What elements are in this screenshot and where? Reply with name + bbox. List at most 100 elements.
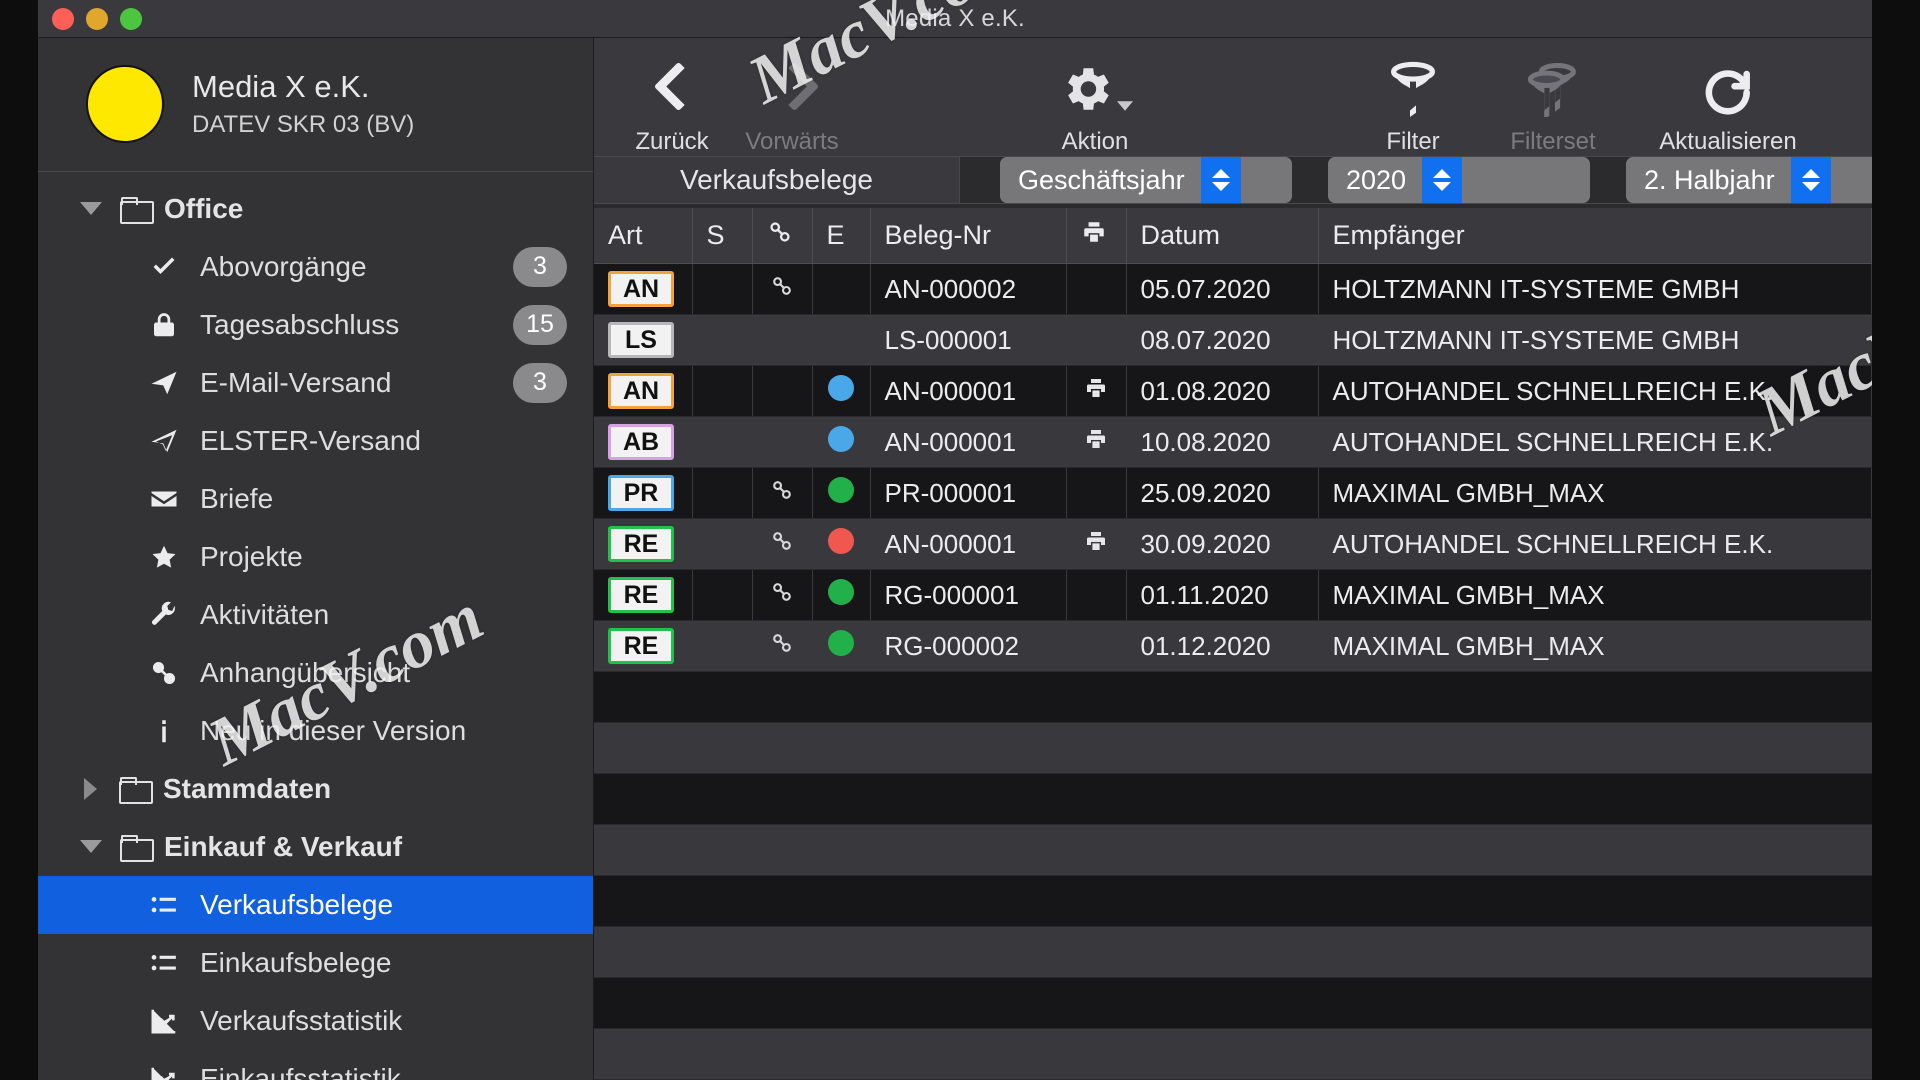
cell-print	[1066, 263, 1127, 315]
forward-button[interactable]: Vorwärts	[732, 58, 852, 156]
cell-status	[812, 365, 871, 417]
cell-art: AN	[594, 365, 693, 417]
tab-verkaufsbelege[interactable]: Verkaufsbelege	[594, 157, 960, 203]
table-header-row: Art S E Beleg-Nr Datum Empfänger	[594, 207, 1872, 264]
year-select[interactable]: 2020	[1328, 157, 1590, 203]
cell-s	[692, 467, 753, 519]
sidebar-item-label: Anhangübersicht	[200, 656, 411, 688]
stepper-icon[interactable]	[1422, 157, 1463, 203]
table-row[interactable]: AN AN-000001 01.08.2020 AUTOHANDEL SCHNELLR…	[594, 365, 1872, 417]
send-icon	[148, 368, 180, 398]
back-button[interactable]: Zurück	[612, 58, 732, 156]
sidebar-item-projekte[interactable]: Projekte	[38, 528, 593, 586]
cell-datum: 25.09.2020	[1126, 467, 1319, 519]
sidebar-group-label: Einkauf & Verkauf	[164, 830, 403, 862]
sidebar-item-einkaufsbelege[interactable]: Einkaufsbelege	[38, 934, 593, 992]
sidebar-item-neu-in-dieser-version[interactable]: Neu in dieser Version	[38, 702, 593, 760]
table-empty-row	[594, 825, 1872, 876]
table-row[interactable]: AN AN-000002 05.07.2020 HOLTZMANN IT-SYSTEM…	[594, 263, 1872, 315]
sidebar-group-einkauf-verkauf[interactable]: Einkauf & Verkauf	[38, 818, 593, 876]
gear-icon	[1057, 58, 1133, 120]
cell-status	[812, 467, 871, 519]
aktion-button[interactable]: Aktion	[1020, 58, 1170, 156]
sidebar-item-verkaufsstatistik[interactable]: Verkaufsstatistik	[38, 992, 593, 1050]
table-row[interactable]: LS LS-000001 08.07.2020 HOLTZMANN IT-SYSTEM…	[594, 314, 1872, 366]
cell-s	[692, 518, 753, 570]
cell-beleg-nr: AN-000001	[870, 518, 1067, 570]
column-header-empfaenger[interactable]: Empfänger	[1318, 207, 1872, 264]
sidebar-item-label: Briefe	[200, 482, 274, 514]
column-header-beleg-nr[interactable]: Beleg-Nr	[870, 207, 1067, 264]
sidebar-item-einkaufsstatistik[interactable]: Einkaufsstatistik	[38, 1050, 593, 1080]
company-header[interactable]: Media X e.K. DATEV SKR 03 (BV)	[38, 38, 593, 172]
sidebar-item-elster-versand[interactable]: ELSTER-Versand	[38, 412, 593, 470]
sidebar-item-email-versand[interactable]: E-Mail-Versand 3	[38, 354, 593, 412]
cell-beleg-nr: PR-000001	[870, 467, 1067, 519]
cell-empfaenger: AUTOHANDEL SCHNELLREICH E.K.	[1318, 416, 1872, 468]
cell-datum: 08.07.2020	[1126, 314, 1319, 366]
disclosure-triangle-right-icon[interactable]	[84, 777, 97, 800]
sidebar-item-label: Einkaufsstatistik	[200, 1062, 401, 1080]
cell-datum: 01.08.2020	[1126, 365, 1319, 417]
cell-empfaenger: HOLTZMANN IT-SYSTEME GMBH	[1318, 314, 1872, 366]
column-header-e[interactable]: E	[812, 207, 871, 264]
column-header-s[interactable]: S	[692, 207, 753, 264]
cell-datum: 01.11.2020	[1126, 569, 1319, 621]
table-row[interactable]: PR PR-000001 25.09.2020 MAXIMAL GMBH_MAX	[594, 467, 1872, 519]
cell-print	[1066, 569, 1127, 621]
cell-attachment	[752, 416, 813, 468]
aktualisieren-button[interactable]: Aktualisieren	[1628, 58, 1828, 156]
cell-art: PR	[594, 467, 693, 519]
sidebar-item-label: Einkaufsbelege	[200, 946, 392, 978]
zoom-button[interactable]	[120, 7, 142, 30]
cell-beleg-nr: LS-000001	[870, 314, 1067, 366]
column-header-datum[interactable]: Datum	[1126, 207, 1319, 264]
cell-print	[1066, 518, 1127, 570]
filterset-button[interactable]: Filterset	[1478, 58, 1628, 156]
table-row[interactable]: AB AN-000001 10.08.2020 AUTOHANDEL SCHNELLR…	[594, 416, 1872, 468]
sidebar-item-anhanguebersicht[interactable]: Anhangübersicht	[38, 644, 593, 702]
column-header-art[interactable]: Art	[594, 207, 693, 264]
sidebar-item-tagesabschluss[interactable]: Tagesabschluss 15	[38, 296, 593, 354]
cell-print	[1066, 314, 1127, 366]
company-subtitle: DATEV SKR 03 (BV)	[192, 111, 415, 139]
period-type-select[interactable]: Geschäftsjahr	[1000, 157, 1292, 203]
half-year-select[interactable]: 2. Halbjahr	[1626, 157, 1872, 203]
table-empty-area	[594, 672, 1872, 1080]
close-button[interactable]	[52, 7, 74, 30]
back-button-label: Zurück	[635, 128, 709, 155]
belege-table: Art S E Beleg-Nr Datum Empfänger AN AN-0…	[594, 207, 1872, 672]
stepper-icon[interactable]	[1200, 157, 1241, 203]
table-row[interactable]: RE RG-000001 01.11.2020 MAXIMAL GMBH_MAX	[594, 569, 1872, 621]
info-icon	[148, 716, 180, 746]
sidebar-group-stammdaten[interactable]: Stammdaten	[38, 760, 593, 818]
disclosure-triangle-down-icon[interactable]	[80, 202, 102, 216]
folder-icon	[120, 197, 154, 225]
column-header-attachment[interactable]	[752, 207, 813, 264]
funnel-stack-icon	[1525, 58, 1581, 120]
sidebar-group-office[interactable]: Office	[38, 180, 593, 238]
cell-art: AN	[594, 263, 693, 315]
cell-s	[692, 365, 753, 417]
sidebar-item-briefe[interactable]: Briefe	[38, 470, 593, 528]
disclosure-triangle-down-icon[interactable]	[80, 840, 102, 854]
minimize-button[interactable]	[86, 7, 108, 30]
table-row[interactable]: RE AN-000001 30.09.2020 AUTOHANDEL SCHNELLR…	[594, 518, 1872, 570]
sidebar: Media X e.K. DATEV SKR 03 (BV) Office Ab…	[38, 38, 594, 1080]
column-header-print[interactable]	[1066, 207, 1127, 264]
sidebar-item-abovorgaenge[interactable]: Abovorgänge 3	[38, 238, 593, 296]
list-icon	[148, 890, 180, 920]
table-row[interactable]: RE RG-000002 01.12.2020 MAXIMAL GMBH_MAX	[594, 620, 1872, 672]
cell-print	[1066, 467, 1127, 519]
table-empty-row	[594, 1029, 1872, 1080]
sidebar-item-label: Verkaufsbelege	[200, 888, 394, 920]
envelope-icon	[148, 484, 180, 514]
sidebar-item-verkaufsbelege[interactable]: Verkaufsbelege	[38, 875, 593, 934]
chart-icon	[148, 1006, 180, 1036]
filter-button[interactable]: Filter	[1348, 58, 1478, 156]
cell-art: RE	[594, 518, 693, 570]
stepper-icon[interactable]	[1790, 157, 1831, 203]
cell-datum: 10.08.2020	[1126, 416, 1319, 468]
sidebar-item-aktivitaeten[interactable]: Aktivitäten	[38, 586, 593, 644]
sidebar-item-label: Tagesabschluss	[200, 308, 400, 340]
